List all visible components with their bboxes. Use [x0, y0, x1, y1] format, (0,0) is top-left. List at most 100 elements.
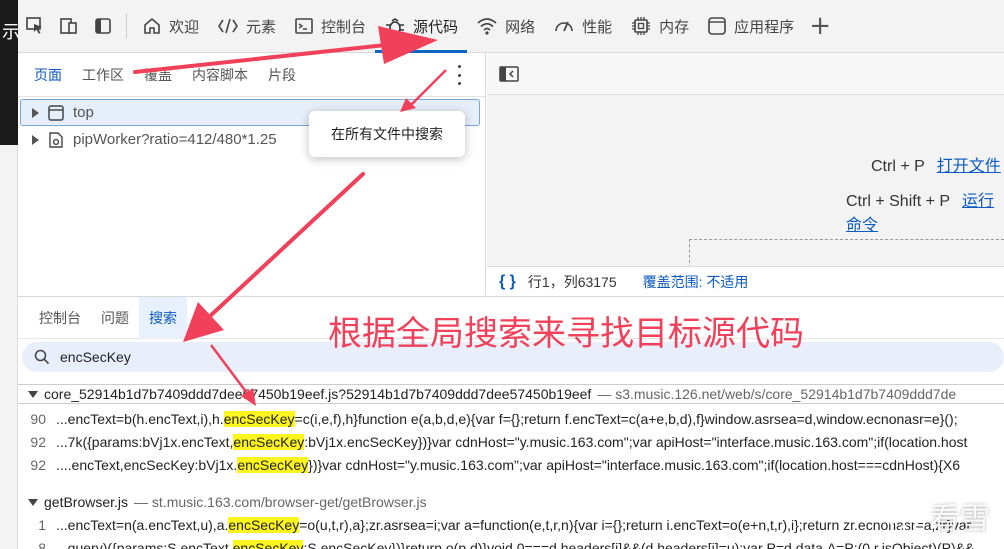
sources-navigator: 页面 工作区 覆盖 内容脚本 片段 top pipWorker?ratio=41… [18, 53, 486, 295]
expand-arrow-icon[interactable] [32, 107, 39, 118]
more-tools-button[interactable]: + [803, 9, 837, 43]
tab-performance[interactable]: 性能 [544, 0, 621, 53]
result-line[interactable]: 92 ...7k({params:bVj1x.encText, encSecKey… [18, 431, 967, 453]
watermark-text: 看雪 [930, 503, 990, 536]
result-line[interactable]: 1 ...encText=n(a.encText,u),a. encSecKey =… [18, 514, 971, 536]
wifi-icon [477, 18, 497, 35]
tab-application[interactable]: 应用程序 [698, 0, 803, 53]
watermark: 看雪 [886, 494, 990, 538]
tab-welcome[interactable]: 欢迎 [133, 0, 208, 53]
result-line[interactable]: 92 ....encText,encSecKey:bVj1x. encSecKey… [18, 454, 960, 476]
match-highlight: encSecKey [233, 434, 305, 450]
tree-item-label: pipWorker?ratio=412/480*1.25 [73, 131, 277, 148]
line-number: 90 [30, 411, 46, 427]
line-suffix: =c(i,e,f),h}function e(a,b,d,e){var f={}… [294, 411, 958, 427]
tab-label: 元素 [246, 18, 277, 36]
device-toolbar-icon[interactable] [52, 9, 86, 43]
match-highlight: encSecKey [232, 540, 304, 549]
app-window-icon [708, 17, 726, 35]
match-highlight: encSecKey [223, 411, 295, 427]
shortcut-keys: Ctrl + P [871, 158, 925, 175]
tab-label: 内存 [659, 18, 690, 36]
shortcut-keys: Ctrl + Shift + P [846, 193, 951, 210]
code-brackets-icon [218, 18, 238, 34]
line-prefix: ...7k({params:bVj1x.encText, [56, 434, 234, 450]
tab-elements[interactable]: 元素 [208, 0, 285, 53]
console-icon [295, 18, 313, 34]
line-number: 8 [38, 540, 46, 549]
result-file-header[interactable]: core_52914b1d7b7409ddd7dee57450b19eef.js… [28, 384, 956, 404]
tab-label: 源代码 [413, 18, 459, 36]
line-suffix: :S.encSecKey})}return o(p,d)}void 0===d.… [303, 540, 975, 549]
line-number: 1 [38, 517, 46, 533]
chip-icon [632, 17, 651, 35]
line-prefix: ...encText=b(h.encText,i),h. [56, 411, 224, 427]
inspect-element-icon[interactable] [18, 9, 52, 43]
line-prefix: ....encText,encSecKey:bVj1x. [56, 457, 238, 473]
match-highlight: encSecKey [237, 457, 309, 473]
expand-arrow-icon[interactable] [32, 134, 39, 145]
tab-label: 应用程序 [734, 18, 795, 36]
more-options-icon[interactable] [451, 65, 467, 85]
home-icon [144, 17, 160, 34]
nav-tab-snippets[interactable]: 片段 [258, 53, 306, 97]
result-line[interactable]: 8 ...query)({params:S.encText, encSecKey:… [18, 537, 974, 549]
line-prefix: ...query)({params:S.encText, [56, 540, 233, 549]
drawer-tab-search[interactable]: 搜索 [139, 296, 187, 339]
tab-memory[interactable]: 内存 [621, 0, 698, 53]
toolbar-separator [126, 13, 127, 39]
tree-item-label: top [73, 104, 94, 121]
tab-console[interactable]: 控制台 [285, 0, 375, 53]
tab-label: 性能 [582, 18, 613, 36]
shortcut-run-command: Ctrl + Shift + P 运行命令 [846, 187, 1004, 235]
result-file-header[interactable]: getBrowser.js — st.music.163.com/browser… [28, 492, 427, 512]
shortcut-open-file: Ctrl + P 打开文件 [871, 152, 1001, 176]
line-suffix: :bVj1x.encSecKey})}var cdnHost="y.music.… [304, 434, 968, 450]
toggle-navigator-icon[interactable] [499, 65, 519, 82]
nav-tab-content-scripts[interactable]: 内容脚本 [182, 53, 258, 97]
line-suffix: =o(u,t,r),a};zr.asrsea=i;var a=function(… [299, 517, 972, 533]
cursor-position: 行1，列63175 [527, 273, 617, 290]
navigator-tabs: 页面 工作区 覆盖 内容脚本 片段 [18, 53, 485, 97]
devtools-toolbar: 欢迎 元素 控制台 源代码 网络 性能 内存 应用程序 + [18, 0, 1004, 53]
search-query: encSecKey [60, 349, 131, 365]
editor-status-bar: { } 行1，列63175 覆盖范围: 不适用 [487, 266, 1004, 296]
result-file-name: core_52914b1d7b7409ddd7dee57450b19eef.js… [44, 386, 592, 402]
annotation-caption: 根据全局搜索来寻找目标源代码 [328, 314, 804, 354]
result-file-name: getBrowser.js [44, 494, 129, 510]
pretty-print-button[interactable]: { } [499, 273, 516, 291]
result-line[interactable]: 90 ...encText=b(h.encText,i),h. encSecKey… [18, 408, 958, 430]
drawer-tab-console[interactable]: 控制台 [29, 297, 91, 339]
tab-sources[interactable]: 源代码 [375, 0, 468, 53]
tab-label: 控制台 [321, 18, 367, 36]
result-file-domain: — s3.music.126.net/web/s/core_52914b1d7b… [597, 386, 957, 402]
nav-tab-workspace[interactable]: 工作区 [72, 53, 134, 97]
tab-network[interactable]: 网络 [467, 0, 544, 53]
search-all-files-menu-item[interactable]: 在所有文件中搜索 [309, 111, 465, 157]
frame-icon [48, 104, 64, 121]
search-icon [34, 349, 50, 365]
page-edge-dark-block: 示 [0, 0, 20, 145]
line-prefix: ...encText=n(a.encText,u),a. [56, 517, 229, 533]
tab-label: 欢迎 [169, 18, 200, 36]
coverage-status[interactable]: 覆盖范围: 不适用 [643, 272, 749, 292]
gauge-icon [555, 21, 573, 32]
bug-icon [386, 18, 405, 36]
collapse-arrow-icon[interactable] [28, 390, 38, 398]
line-suffix: })}var cdnHost="y.music.163.com";var api… [308, 457, 961, 473]
dock-side-icon[interactable] [86, 9, 120, 43]
result-file-domain: — st.music.163.com/browser-get/getBrowse… [134, 494, 427, 510]
open-file-link[interactable]: 打开文件 [937, 158, 1001, 175]
nav-tab-page[interactable]: 页面 [24, 53, 72, 97]
line-number: 92 [30, 434, 46, 450]
match-highlight: encSecKey [228, 517, 300, 533]
collapse-arrow-icon[interactable] [28, 498, 38, 506]
nav-tab-overrides[interactable]: 覆盖 [134, 53, 182, 97]
editor-header [487, 53, 1004, 95]
editor-pane: Ctrl + P 打开文件 Ctrl + Shift + P 运行命令 [487, 53, 1004, 295]
tab-label: 网络 [505, 18, 536, 36]
snowflake-logo-icon [889, 500, 919, 532]
line-number: 92 [30, 457, 46, 473]
worker-gear-icon [49, 131, 63, 148]
drawer-tab-issues[interactable]: 问题 [91, 297, 139, 339]
